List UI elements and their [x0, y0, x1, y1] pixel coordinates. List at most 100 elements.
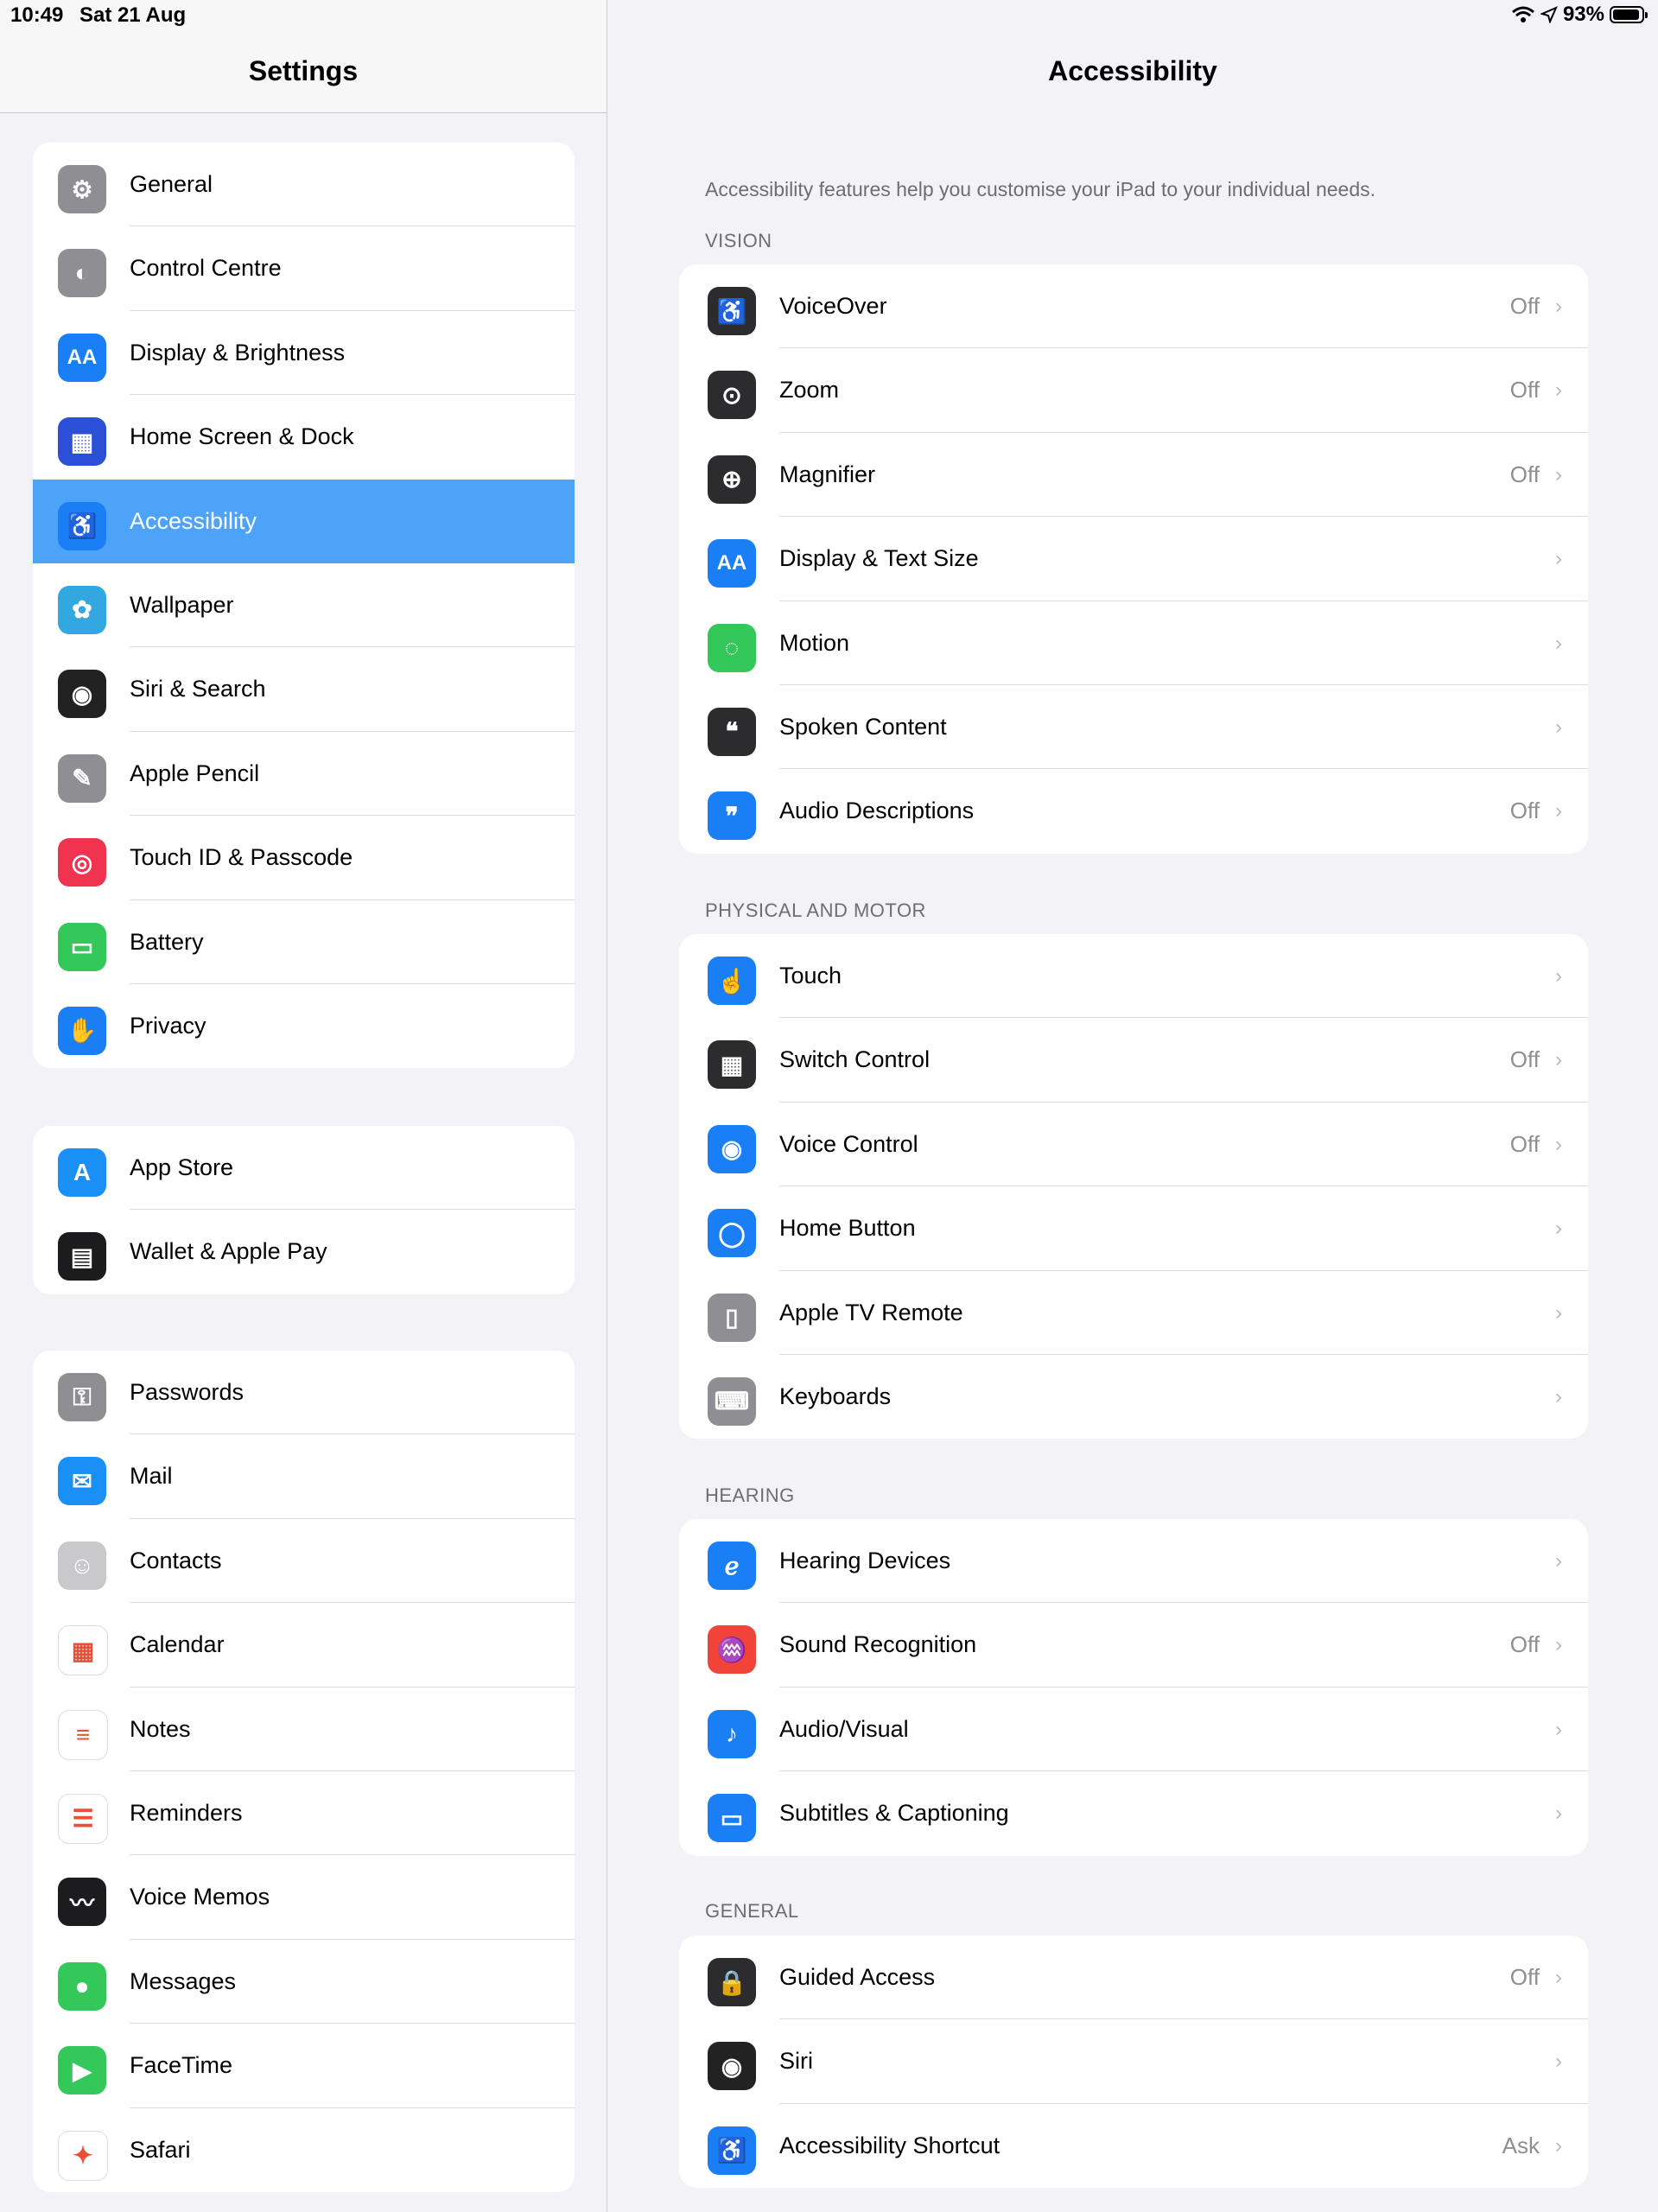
sidebar-item-touch-id-passcode[interactable]: ◎ Touch ID & Passcode: [33, 816, 575, 900]
row-keyboards[interactable]: ⌨ Keyboards ›: [679, 1355, 1588, 1439]
flower-icon: ✿: [58, 585, 106, 634]
sidebar-item-notes[interactable]: ≡ Notes: [33, 1688, 575, 1771]
settings-group: ℯ Hearing Devices › ♒ Sound Recognition Off › ♪…: [679, 1519, 1588, 1856]
sidebar-item-label: Voice Memos: [130, 1884, 270, 1910]
motion-icon: ◌: [708, 623, 756, 672]
sidebar-item-reminders[interactable]: ☰ Reminders: [33, 1771, 575, 1856]
chevron-right-icon: ›: [1555, 631, 1562, 655]
row-siri[interactable]: ◉ Siri ›: [679, 2019, 1588, 2104]
row-magnifier[interactable]: ⊕ Magnifier Off ›: [679, 433, 1588, 518]
sidebar-item-label: Safari: [130, 2136, 191, 2163]
calendar-icon: ▦: [58, 1625, 108, 1676]
row-apple-tv-remote[interactable]: ▯ Apple TV Remote ›: [679, 1271, 1588, 1355]
row-guided-access[interactable]: 🔒 Guided Access Off ›: [679, 1936, 1588, 2020]
row-label: Subtitles & Captioning: [779, 1800, 1009, 1827]
audio-descriptions-icon: ❞: [708, 791, 756, 841]
toggles-icon: ◐: [58, 249, 106, 298]
row-value: Off: [1509, 1130, 1540, 1157]
home-button-icon: ◯: [708, 1209, 756, 1258]
row-value: Ask: [1502, 2132, 1540, 2158]
grid-icon: ▦: [58, 417, 106, 467]
row-subtitles-captioning[interactable]: ▭ Subtitles & Captioning ›: [679, 1771, 1588, 1855]
chevron-right-icon: ›: [1555, 2133, 1562, 2158]
battery-percent: 93%: [1562, 3, 1604, 26]
chevron-right-icon: ›: [1555, 1048, 1562, 1072]
row-touch[interactable]: ☝ Touch ›: [679, 934, 1588, 1019]
sidebar-item-wallet-apple-pay[interactable]: ▤ Wallet & Apple Pay: [33, 1210, 575, 1294]
row-voiceover[interactable]: ♿ VoiceOver Off ›: [679, 264, 1588, 349]
mail-icon: ✉: [58, 1457, 106, 1506]
row-label: Apple TV Remote: [779, 1299, 963, 1325]
chevron-right-icon: ›: [1555, 1717, 1562, 1741]
sound-recognition-icon: ♒: [708, 1625, 756, 1675]
sidebar-item-battery[interactable]: ▭ Battery: [33, 900, 575, 984]
sidebar-item-safari[interactable]: ✦ Safari: [33, 2108, 575, 2192]
row-spoken-content[interactable]: ❝ Spoken Content ›: [679, 685, 1588, 770]
sidebar-item-accessibility[interactable]: ♿ Accessibility: [33, 479, 575, 563]
sidebar-item-messages[interactable]: ● Messages: [33, 1940, 575, 2024]
sidebar-item-general[interactable]: ⚙ General: [33, 143, 575, 227]
page-title: Accessibility: [1048, 55, 1217, 86]
row-audio-visual[interactable]: ♪ Audio/Visual ›: [679, 1688, 1588, 1772]
location-icon: [1540, 6, 1558, 23]
settings-group: ♿ VoiceOver Off › ⊙ Zoom Off › ⊕ Magnifier Off › AA D…: [679, 264, 1588, 854]
wallet-icon: ▤: [58, 1232, 106, 1281]
sidebar-item-voice-memos[interactable]: 〰 Voice Memos: [33, 1855, 575, 1940]
chevron-right-icon: ›: [1555, 1802, 1562, 1826]
ear-icon: ℯ: [708, 1541, 756, 1590]
siri-icon: ◉: [58, 670, 106, 719]
chevron-right-icon: ›: [1555, 462, 1562, 486]
sidebar-group: ⚿ Passwords ✉ Mail ☺ Contacts ▦ Calendar ≡ Notes ☰…: [33, 1351, 575, 2192]
status-date: Sat 21 Aug: [79, 3, 187, 27]
sidebar-title: Settings: [248, 55, 359, 86]
chevron-right-icon: ›: [1555, 295, 1562, 318]
row-voice-control[interactable]: ◉ Voice Control Off ›: [679, 1103, 1588, 1187]
row-label: Magnifier: [779, 461, 876, 487]
sidebar-item-label: Touch ID & Passcode: [130, 844, 353, 871]
pencil-icon: ✎: [58, 753, 106, 803]
row-label: Touch: [779, 963, 842, 988]
battery-icon: ▭: [58, 922, 106, 971]
sidebar-item-control-centre[interactable]: ◐ Control Centre: [33, 226, 575, 311]
spoken-content-icon: ❝: [708, 707, 756, 756]
sidebar-item-app-store[interactable]: A App Store: [33, 1126, 575, 1211]
notes-icon: ≡: [58, 1709, 108, 1760]
wifi-icon: [1511, 5, 1535, 24]
sidebar-item-apple-pencil[interactable]: ✎ Apple Pencil: [33, 732, 575, 817]
chevron-right-icon: ›: [1555, 1217, 1562, 1241]
row-switch-control[interactable]: ▦ Switch Control Off ›: [679, 1018, 1588, 1103]
row-value: Off: [1509, 1964, 1540, 1990]
waveform-icon: 〰: [58, 1878, 106, 1927]
row-value: Off: [1509, 1046, 1540, 1073]
sidebar-item-calendar[interactable]: ▦ Calendar: [33, 1603, 575, 1688]
row-label: VoiceOver: [779, 293, 887, 319]
sidebar-item-facetime[interactable]: ▶ FaceTime: [33, 2024, 575, 2108]
section-header: HEARING: [705, 1484, 795, 1506]
row-accessibility-shortcut[interactable]: ♿ Accessibility Shortcut Ask ›: [679, 2104, 1588, 2188]
row-label: Sound Recognition: [779, 1631, 977, 1658]
row-label: Siri: [779, 2048, 813, 2075]
row-audio-descriptions[interactable]: ❞ Audio Descriptions Off ›: [679, 769, 1588, 853]
row-label: Keyboards: [779, 1382, 892, 1409]
row-display-text-size[interactable]: AA Display & Text Size ›: [679, 517, 1588, 601]
sidebar-item-display-brightness[interactable]: AA Display & Brightness: [33, 311, 575, 396]
sidebar-item-siri-search[interactable]: ◉ Siri & Search: [33, 647, 575, 732]
sidebar-item-label: Accessibility: [130, 507, 257, 534]
row-label: Audio Descriptions: [779, 798, 975, 824]
row-home-button[interactable]: ◯ Home Button ›: [679, 1186, 1588, 1271]
row-sound-recognition[interactable]: ♒ Sound Recognition Off ›: [679, 1603, 1588, 1688]
sidebar-item-mail[interactable]: ✉ Mail: [33, 1434, 575, 1519]
row-hearing-devices[interactable]: ℯ Hearing Devices ›: [679, 1519, 1588, 1604]
sidebar-item-privacy[interactable]: ✋ Privacy: [33, 984, 575, 1068]
sidebar-item-wallpaper[interactable]: ✿ Wallpaper: [33, 563, 575, 648]
audio-visual-icon: ♪: [708, 1709, 756, 1758]
row-motion[interactable]: ◌ Motion ›: [679, 601, 1588, 685]
sidebar-item-label: Privacy: [130, 1012, 206, 1039]
sidebar-item-label: Home Screen & Dock: [130, 423, 354, 450]
sidebar-item-passwords[interactable]: ⚿ Passwords: [33, 1351, 575, 1435]
row-value: Off: [1509, 461, 1540, 487]
row-zoom[interactable]: ⊙ Zoom Off ›: [679, 348, 1588, 433]
keyboard-icon: ⌨: [708, 1376, 756, 1426]
sidebar-item-contacts[interactable]: ☺ Contacts: [33, 1519, 575, 1604]
sidebar-item-home-screen-dock[interactable]: ▦ Home Screen & Dock: [33, 395, 575, 479]
